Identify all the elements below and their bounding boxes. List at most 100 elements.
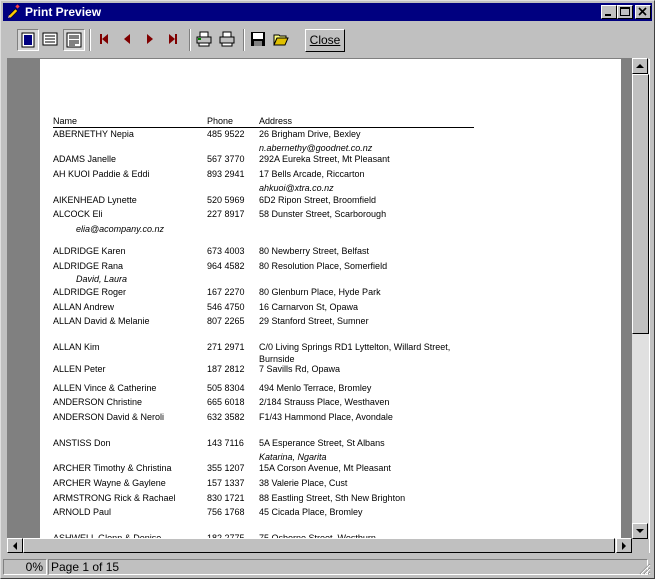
whole-page-icon xyxy=(21,32,35,48)
cell-name: ALLAN Andrew xyxy=(53,302,115,312)
status-bar: 0% Page 1 of 15 xyxy=(3,558,652,576)
print-button[interactable] xyxy=(217,29,239,51)
cell-name: ALDRIDGE Roger xyxy=(53,287,127,297)
cell-address: 494 Menlo Terrace, Bromley xyxy=(259,383,372,393)
scroll-up-button[interactable] xyxy=(632,58,648,74)
cell-address: 88 Eastling Street, Sth New Brighton xyxy=(259,493,406,503)
cell-address: 26 Brigham Drive, Bexley xyxy=(259,129,361,139)
cell-phone: 546 4750 xyxy=(207,302,245,312)
save-button[interactable] xyxy=(248,29,270,51)
cell-name: ALCOCK Eli xyxy=(53,209,103,219)
arrow-left-icon xyxy=(13,542,17,550)
horizontal-scroll-thumb[interactable] xyxy=(23,538,615,553)
last-page-button[interactable] xyxy=(163,29,185,51)
cell-name: ABERNETHY Nepia xyxy=(53,129,134,139)
printer-setup-icon xyxy=(196,31,212,47)
next-page-button[interactable] xyxy=(140,29,162,51)
cell-phone: 271 2971 xyxy=(207,342,245,352)
next-page-icon xyxy=(147,34,153,44)
arrow-right-icon xyxy=(622,542,626,550)
resize-grip-icon[interactable] xyxy=(639,563,651,575)
printer-setup-button[interactable] xyxy=(194,29,216,51)
maximize-button[interactable] xyxy=(617,5,633,19)
row-note: Katarina, Ngarita xyxy=(259,452,327,462)
column-header-name: Name xyxy=(53,116,78,126)
cell-phone: 505 8304 xyxy=(207,383,245,393)
scroll-down-button[interactable] xyxy=(632,523,648,539)
cell-address: 15A Corson Avenue, Mt Pleasant xyxy=(259,463,391,473)
toolbar-separator xyxy=(243,29,245,51)
cell-name: ADAMS Janelle xyxy=(53,154,117,164)
cell-name: ANDERSON David & Neroli xyxy=(53,412,165,422)
first-page-button[interactable] xyxy=(94,29,116,51)
cell-phone: 355 1207 xyxy=(207,463,245,473)
close-preview-button[interactable]: Close xyxy=(305,29,345,52)
cell-phone: 665 6018 xyxy=(207,397,245,407)
title-bar[interactable]: Print Preview xyxy=(3,3,652,21)
print-preview-window: Print Preview Close Name Phone Address A… xyxy=(0,0,655,579)
cell-name: ALLEN Peter xyxy=(53,364,106,374)
row-note: David, Laura xyxy=(76,274,128,284)
cell-address: 16 Carnarvon St, Opawa xyxy=(259,302,359,312)
cell-name: ANSTISS Don xyxy=(53,438,111,448)
toolbar-separator xyxy=(89,29,91,51)
window-title: Print Preview xyxy=(25,5,102,19)
cell-name: AH KUOI Paddie & Eddi xyxy=(53,169,150,179)
cell-address: 7 Savills Rd, Opawa xyxy=(259,364,341,374)
toolbar-separator xyxy=(189,29,191,51)
vertical-scrollbar[interactable] xyxy=(632,58,649,539)
minimize-icon xyxy=(605,14,611,16)
close-icon xyxy=(638,7,647,16)
cell-address: 80 Glenburn Place, Hyde Park xyxy=(259,287,381,297)
cell-phone: 157 1337 xyxy=(207,478,245,488)
cell-address: 6D2 Ripon Street, Broomfield xyxy=(259,195,377,205)
cell-name: ANDERSON Christine xyxy=(53,397,143,407)
zoom-100-icon xyxy=(66,32,82,48)
maximize-icon xyxy=(620,7,630,16)
page-width-button[interactable] xyxy=(40,29,62,51)
cell-address: 45 Cicada Place, Bromley xyxy=(259,507,363,517)
report-page: Name Phone Address ABERNETHY Nepia 485 9522 2… xyxy=(40,59,621,552)
minimize-button[interactable] xyxy=(601,5,617,19)
cell-address: 38 Valerie Place, Cust xyxy=(259,478,348,488)
print-icon xyxy=(219,31,235,47)
cell-phone: 167 2270 xyxy=(207,287,245,297)
row-note: elia@acompany.co.nz xyxy=(76,224,165,234)
cell-phone: 673 4003 xyxy=(207,246,245,256)
cell-phone: 964 4582 xyxy=(207,261,245,271)
preview-area[interactable]: Name Phone Address ABERNETHY Nepia 485 9522 2… xyxy=(7,58,650,553)
cell-address: 5A Esperance Street, St Albans xyxy=(259,438,385,448)
whole-page-button[interactable] xyxy=(17,29,39,51)
cell-name: ALLAN David & Melanie xyxy=(53,316,150,326)
cell-address: F1/43 Hammond Place, Avondale xyxy=(259,412,393,422)
page-width-icon xyxy=(42,32,58,46)
first-page-icon xyxy=(100,34,108,44)
cell-name: AIKENHEAD Lynette xyxy=(53,195,137,205)
row-note: ahkuoi@xtra.co.nz xyxy=(259,183,334,193)
cell-name: ARCHER Timothy & Christina xyxy=(53,463,172,473)
open-icon xyxy=(273,34,289,46)
cell-name: ALLAN Kim xyxy=(53,342,100,352)
progress-pane: 0% xyxy=(3,559,47,575)
scroll-left-button[interactable] xyxy=(7,538,23,553)
horizontal-scrollbar[interactable] xyxy=(7,538,632,553)
app-pencil-icon xyxy=(8,4,20,19)
save-icon xyxy=(251,32,265,46)
scroll-right-button[interactable] xyxy=(616,538,632,553)
cell-phone: 485 9522 xyxy=(207,129,245,139)
cell-name: ALDRIDGE Rana xyxy=(53,261,124,271)
page-indicator: Page 1 of 15 xyxy=(48,559,648,575)
previous-page-button[interactable] xyxy=(117,29,139,51)
cell-address: 80 Resolution Place, Somerfield xyxy=(259,261,388,271)
zoom-100-button[interactable] xyxy=(63,29,85,51)
cell-name: ALDRIDGE Karen xyxy=(53,246,126,256)
open-button[interactable] xyxy=(271,29,293,51)
vertical-scroll-thumb[interactable] xyxy=(632,74,649,334)
cell-address: 80 Newberry Street, Belfast xyxy=(259,246,370,256)
cell-address: 17 Bells Arcade, Riccarton xyxy=(259,169,365,179)
cell-address: 2/184 Strauss Place, Westhaven xyxy=(259,397,390,407)
close-window-button[interactable] xyxy=(635,5,651,19)
cell-name: ARMSTRONG Rick & Rachael xyxy=(53,493,176,503)
column-header-address: Address xyxy=(259,116,293,126)
cell-address: 292A Eureka Street, Mt Pleasant xyxy=(259,154,390,164)
